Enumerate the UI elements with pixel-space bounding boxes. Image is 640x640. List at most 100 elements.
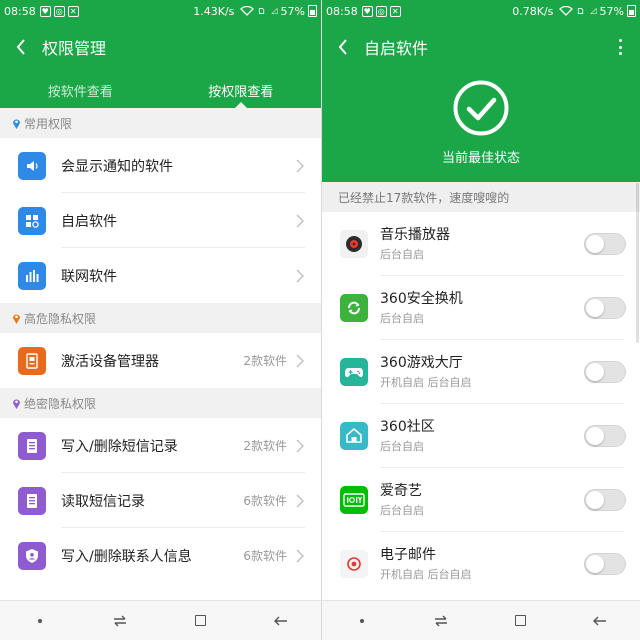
section-header-high-risk: 高危隐私权限 [0,303,321,333]
sim-icon [578,8,584,14]
permission-row-network[interactable]: 联网软件 [0,248,321,303]
home-button[interactable] [509,609,533,633]
dot-icon [359,618,364,623]
autostart-toggle[interactable] [584,425,626,447]
app-name: 360安全换机 [380,291,463,307]
permission-label: 会显示通知的软件 [61,158,173,175]
permission-label: 写入/删除联系人信息 [61,548,192,565]
back-arrow-icon [273,616,287,625]
sim-icon [259,8,265,14]
battery-percent: 57% [599,4,624,18]
chevron-left-icon [338,39,347,55]
app-count: 2款软件 [243,354,287,368]
system-nav-bar [0,600,321,640]
chevron-right-icon [296,493,305,508]
app-status-icon: ✕ [67,5,79,17]
iqiyi-icon [340,486,368,514]
back-button[interactable] [322,22,364,72]
permission-label: 写入/删除短信记录 [61,438,178,455]
pin-icon [13,314,20,324]
autostart-type: 后台自启 [380,504,424,517]
chevron-right-icon [296,213,305,228]
section-header-top-secret: 绝密隐私权限 [0,388,321,418]
more-dot-icon [618,52,622,55]
scrollbar[interactable] [636,183,639,343]
autostart-apps-screen: 08:58 ♥ ◎ ✕ 0.78K/s ◿ 57% 自启软件 当前最佳状态 已经… [322,0,640,640]
autostart-type: 开机自启 后台自启 [380,568,472,581]
app-row-360-switch: 360安全换机 后台自启 [322,276,640,340]
app-status-icon: ✕ [389,5,401,17]
autostart-icon [18,206,46,235]
nav-back-button[interactable] [269,609,293,633]
shield-status-icon: ♥ [361,5,373,17]
page-title: 权限管理 [42,39,107,58]
status-bar: 08:58 ♥ ◎ ✕ 0.78K/s ◿ 57% [322,0,640,22]
overflow-menu-button[interactable] [610,37,630,57]
home-button[interactable] [189,609,213,633]
shield-status-icon: ♥ [39,5,51,17]
network-speed: 1.43K/s [193,4,235,18]
autostart-type: 后台自启 [380,312,424,325]
app-count: 6款软件 [243,494,287,508]
permission-label: 自启软件 [61,213,117,230]
tab-by-app[interactable]: 按软件查看 [0,72,161,108]
square-icon [195,615,207,626]
battery-icon [308,5,317,17]
switch-arrows-icon [435,615,448,626]
app-name: 音乐播放器 [380,227,450,243]
square-icon [515,615,527,626]
device-admin-icon [18,346,46,375]
app-name: 360社区 [380,419,435,435]
best-state-label: 当前最佳状态 [441,151,520,166]
phone-switch-icon [340,294,368,322]
autostart-toggle[interactable] [584,361,626,383]
app-name: 电子邮件 [380,547,436,563]
app-row-email: 电子邮件 开机自启 后台自启 [322,532,640,596]
app-count: 2款软件 [243,439,287,453]
autostart-toggle[interactable] [584,489,626,511]
permission-row-autostart[interactable]: 自启软件 [0,193,321,248]
menu-dot-button[interactable] [28,609,52,633]
page-title: 自启软件 [364,39,429,58]
app-bar: 权限管理 [0,22,321,72]
battery-icon [627,5,636,17]
music-player-icon [340,230,368,258]
more-dot-icon [618,45,622,49]
tab-by-permission[interactable]: 按权限查看 [161,72,322,108]
app-name: 爱奇艺 [380,483,422,499]
permission-row-contacts-write[interactable]: 写入/删除联系人信息 6款软件 [0,528,321,583]
autostart-toggle[interactable] [584,233,626,255]
back-button[interactable] [0,22,42,72]
autostart-type: 后台自启 [380,248,424,261]
back-arrow-icon [593,616,607,625]
recents-switch-button[interactable] [108,609,132,633]
app-bar: 自启软件 [322,22,640,72]
status-hero: 当前最佳状态 [322,72,640,182]
sms-write-icon [18,431,46,460]
gamepad-icon [340,358,368,386]
status-bar: 08:58 ♥ ◎ ✕ 1.43K/s ◿ 57% [0,0,321,22]
menu-dot-button[interactable] [350,609,374,633]
autostart-toggle[interactable] [584,553,626,575]
autostart-type: 后台自启 [380,440,424,453]
status-time: 08:58 [4,4,36,18]
permission-row-device-admin[interactable]: 激活设备管理器 2款软件 [0,333,321,388]
autostart-toggle[interactable] [584,297,626,319]
360-status-icon: ◎ [53,5,65,17]
chevron-left-icon [16,39,25,55]
nav-back-button[interactable] [588,609,612,633]
app-row-iqiyi: 爱奇艺 后台自启 [322,468,640,532]
permission-row-sms-write[interactable]: 写入/删除短信记录 2款软件 [0,418,321,473]
chevron-right-icon [296,438,305,453]
permission-row-notify[interactable]: 会显示通知的软件 [0,138,321,193]
battery-percent: 57% [280,4,305,18]
community-icon [340,422,368,450]
recents-switch-button[interactable] [429,609,453,633]
dot-icon [38,618,43,623]
system-nav-bar [322,600,640,640]
app-row-360-games: 360游戏大厅 开机自启 后台自启 [322,340,640,404]
permission-row-sms-read[interactable]: 读取短信记录 6款软件 [0,473,321,528]
permission-label: 读取短信记录 [61,493,145,510]
pin-icon [13,399,20,409]
app-row-360-community: 360社区 后台自启 [322,404,640,468]
